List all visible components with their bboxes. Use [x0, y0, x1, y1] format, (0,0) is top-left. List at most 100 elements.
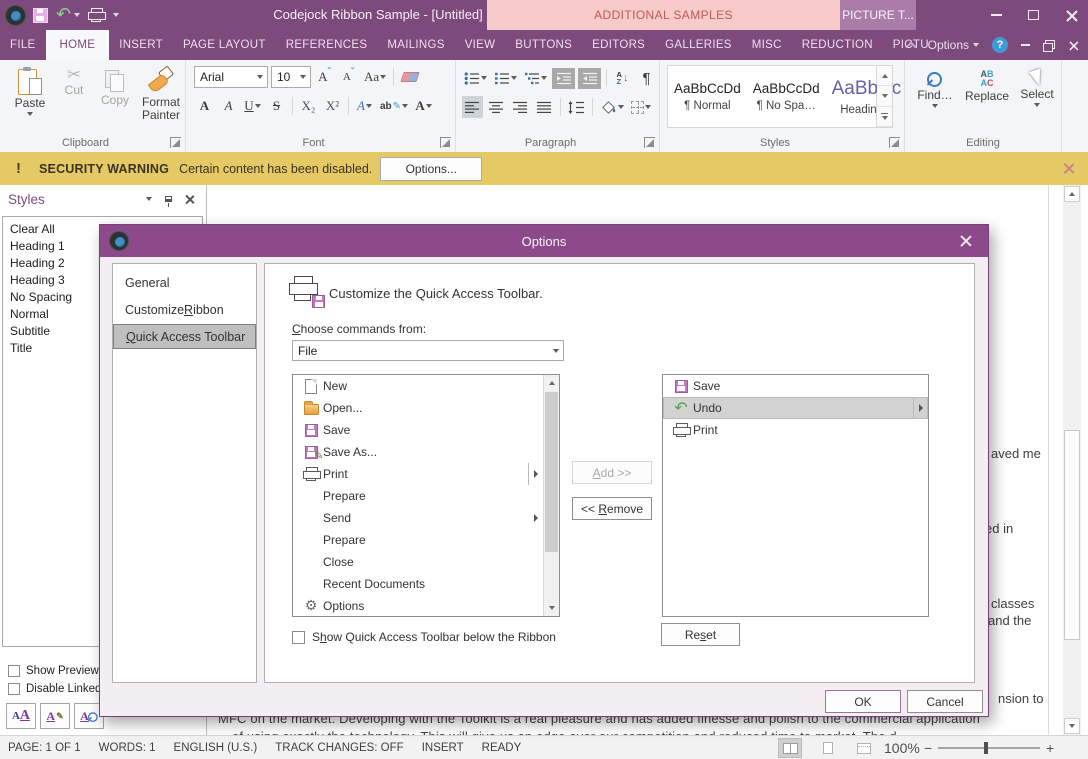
pane-close-icon[interactable]: [185, 195, 194, 204]
underline-button[interactable]: U: [242, 95, 263, 117]
tab-page-layout[interactable]: PAGE LAYOUT: [173, 30, 276, 60]
qat-row-save[interactable]: Save: [663, 375, 928, 397]
command-row-prepare[interactable]: Prepare: [293, 485, 559, 507]
scroll-up-button[interactable]: [1064, 186, 1080, 202]
tab-home[interactable]: HOME: [46, 30, 110, 60]
select-button[interactable]: Select: [1017, 65, 1057, 107]
help-button[interactable]: ?: [992, 37, 1008, 53]
bold-button[interactable]: A: [194, 95, 215, 117]
status-insert-mode[interactable]: INSERT: [422, 742, 464, 754]
multilevel-list-button[interactable]: [522, 67, 549, 89]
ribbon-options-menu-button[interactable]: Options: [928, 38, 979, 52]
nav-item-quick-access-toolbar[interactable]: Quick Access Toolbar: [113, 324, 256, 349]
cut-button[interactable]: ✂ Cut: [57, 64, 91, 97]
change-case-button[interactable]: Aa: [362, 66, 388, 88]
align-center-button[interactable]: [486, 96, 507, 118]
remove-button[interactable]: << Remove: [572, 497, 652, 520]
web-layout-button[interactable]: [852, 738, 876, 758]
command-row-print[interactable]: Print: [293, 463, 559, 485]
maximize-icon[interactable]: [1028, 10, 1039, 20]
scrollbar-thumb[interactable]: [545, 392, 558, 552]
print-layout-button[interactable]: [816, 738, 840, 758]
tab-misc[interactable]: MISC: [742, 30, 792, 60]
commands-from-combo[interactable]: File: [292, 340, 564, 361]
font-size-combo[interactable]: 10: [271, 66, 311, 88]
collapse-ribbon-chevron-icon[interactable]: [905, 41, 916, 52]
superscript-button[interactable]: X²: [322, 95, 343, 117]
qat-commands-list[interactable]: Save ↶ Undo Print: [662, 374, 929, 617]
text-color-button[interactable]: A: [413, 95, 434, 117]
status-page[interactable]: PAGE: 1 OF 1: [8, 742, 81, 754]
zoom-in-button[interactable]: +: [1046, 736, 1054, 759]
style-item-normal[interactable]: AaBbCcDd ¶ Normal: [668, 66, 747, 127]
command-row-options[interactable]: ⚙ Options: [293, 595, 559, 617]
line-spacing-button[interactable]: [566, 96, 587, 118]
command-row-open[interactable]: Open...: [293, 397, 559, 419]
command-row-save[interactable]: Save: [293, 419, 559, 441]
command-row-new[interactable]: New: [293, 375, 559, 397]
show-below-checkbox[interactable]: Show Quick Access Toolbar below the Ribb…: [292, 630, 556, 644]
justify-button[interactable]: [534, 96, 555, 118]
gallery-more-button[interactable]: [877, 107, 892, 127]
clear-formatting-button[interactable]: [399, 66, 420, 88]
paste-button[interactable]: Paste: [6, 62, 54, 116]
tab-view[interactable]: VIEW: [455, 30, 506, 60]
document-minimize-icon[interactable]: [1021, 44, 1030, 46]
style-item-no-spacing[interactable]: AaBbCcDd ¶ No Spa…: [747, 66, 826, 127]
document-restore-icon[interactable]: [1043, 40, 1054, 50]
contextual-tab-group-picture-tools[interactable]: PICTURE T...: [840, 0, 916, 30]
gallery-scroll-down-button[interactable]: [877, 86, 892, 106]
qat-save-button[interactable]: [33, 8, 48, 23]
zoom-level[interactable]: 100%: [884, 736, 920, 759]
new-style-button[interactable]: AA: [6, 703, 36, 729]
style-item-heading1[interactable]: AaBbCc Heading 1: [826, 66, 908, 127]
borders-button[interactable]: [629, 96, 653, 118]
tab-buttons[interactable]: BUTTONS: [505, 30, 582, 60]
show-preview-checkbox[interactable]: Show Preview: [8, 665, 99, 677]
list-scrollbar[interactable]: [543, 375, 559, 616]
zoom-out-button[interactable]: −: [924, 736, 932, 759]
command-row-recent-documents[interactable]: Recent Documents: [293, 573, 559, 595]
italic-button[interactable]: A: [218, 95, 239, 117]
disable-linked-checkbox[interactable]: Disable Linked S: [8, 683, 112, 695]
show-paragraph-marks-button[interactable]: ¶: [636, 67, 657, 89]
status-language[interactable]: ENGLISH (U.S.): [174, 742, 258, 754]
qat-row-print[interactable]: Print: [663, 419, 928, 441]
zoom-slider-thumb[interactable]: [984, 742, 988, 754]
replace-button[interactable]: AB AC Replace: [959, 65, 1015, 103]
subscript-button[interactable]: X₂: [298, 95, 319, 117]
shrink-font-button[interactable]: A ˇ: [338, 66, 359, 88]
status-words[interactable]: WORDS: 1: [99, 742, 156, 754]
warning-close-icon[interactable]: [1063, 163, 1074, 174]
contextual-tab-group-additional-samples[interactable]: ADDITIONAL SAMPLES: [487, 0, 840, 30]
pane-dropdown-icon[interactable]: [146, 197, 152, 201]
minimize-icon[interactable]: [991, 14, 1002, 16]
sort-button[interactable]: AZ ↓: [612, 67, 633, 89]
scroll-down-button[interactable]: [544, 600, 559, 616]
qat-undo-button[interactable]: ↶: [56, 6, 80, 24]
increase-indent-button[interactable]: [578, 68, 601, 89]
align-left-button[interactable]: [462, 96, 483, 118]
grow-font-button[interactable]: A ˆ: [314, 66, 335, 88]
add-button[interactable]: Add >>: [572, 461, 652, 484]
command-row-save-as[interactable]: ✎ Save As...: [293, 441, 559, 463]
gallery-scroll-up-button[interactable]: [877, 66, 892, 86]
font-dialog-launcher-icon[interactable]: [440, 137, 451, 148]
tab-mailings[interactable]: MAILINGS: [377, 30, 454, 60]
pin-icon[interactable]: [165, 196, 172, 202]
find-button[interactable]: Find…: [913, 65, 957, 108]
style-inspector-button[interactable]: A✎: [40, 703, 70, 729]
ok-button[interactable]: OK: [825, 690, 901, 713]
strikethrough-button[interactable]: S: [266, 95, 287, 117]
command-row-prepare-2[interactable]: Prepare: [293, 529, 559, 551]
command-row-send[interactable]: Send: [293, 507, 559, 529]
cancel-button[interactable]: Cancel: [907, 690, 983, 713]
close-icon[interactable]: [1065, 9, 1078, 22]
document-close-icon[interactable]: [1068, 40, 1078, 50]
font-color-button[interactable]: A: [354, 95, 375, 117]
available-commands-list[interactable]: New Open... Save ✎ Save As... Print: [292, 374, 560, 617]
qat-print-button[interactable]: [88, 8, 105, 23]
status-track-changes[interactable]: TRACK CHANGES: OFF: [275, 742, 403, 754]
shading-button[interactable]: [598, 96, 626, 118]
paragraph-dialog-launcher-icon[interactable]: [644, 137, 655, 148]
